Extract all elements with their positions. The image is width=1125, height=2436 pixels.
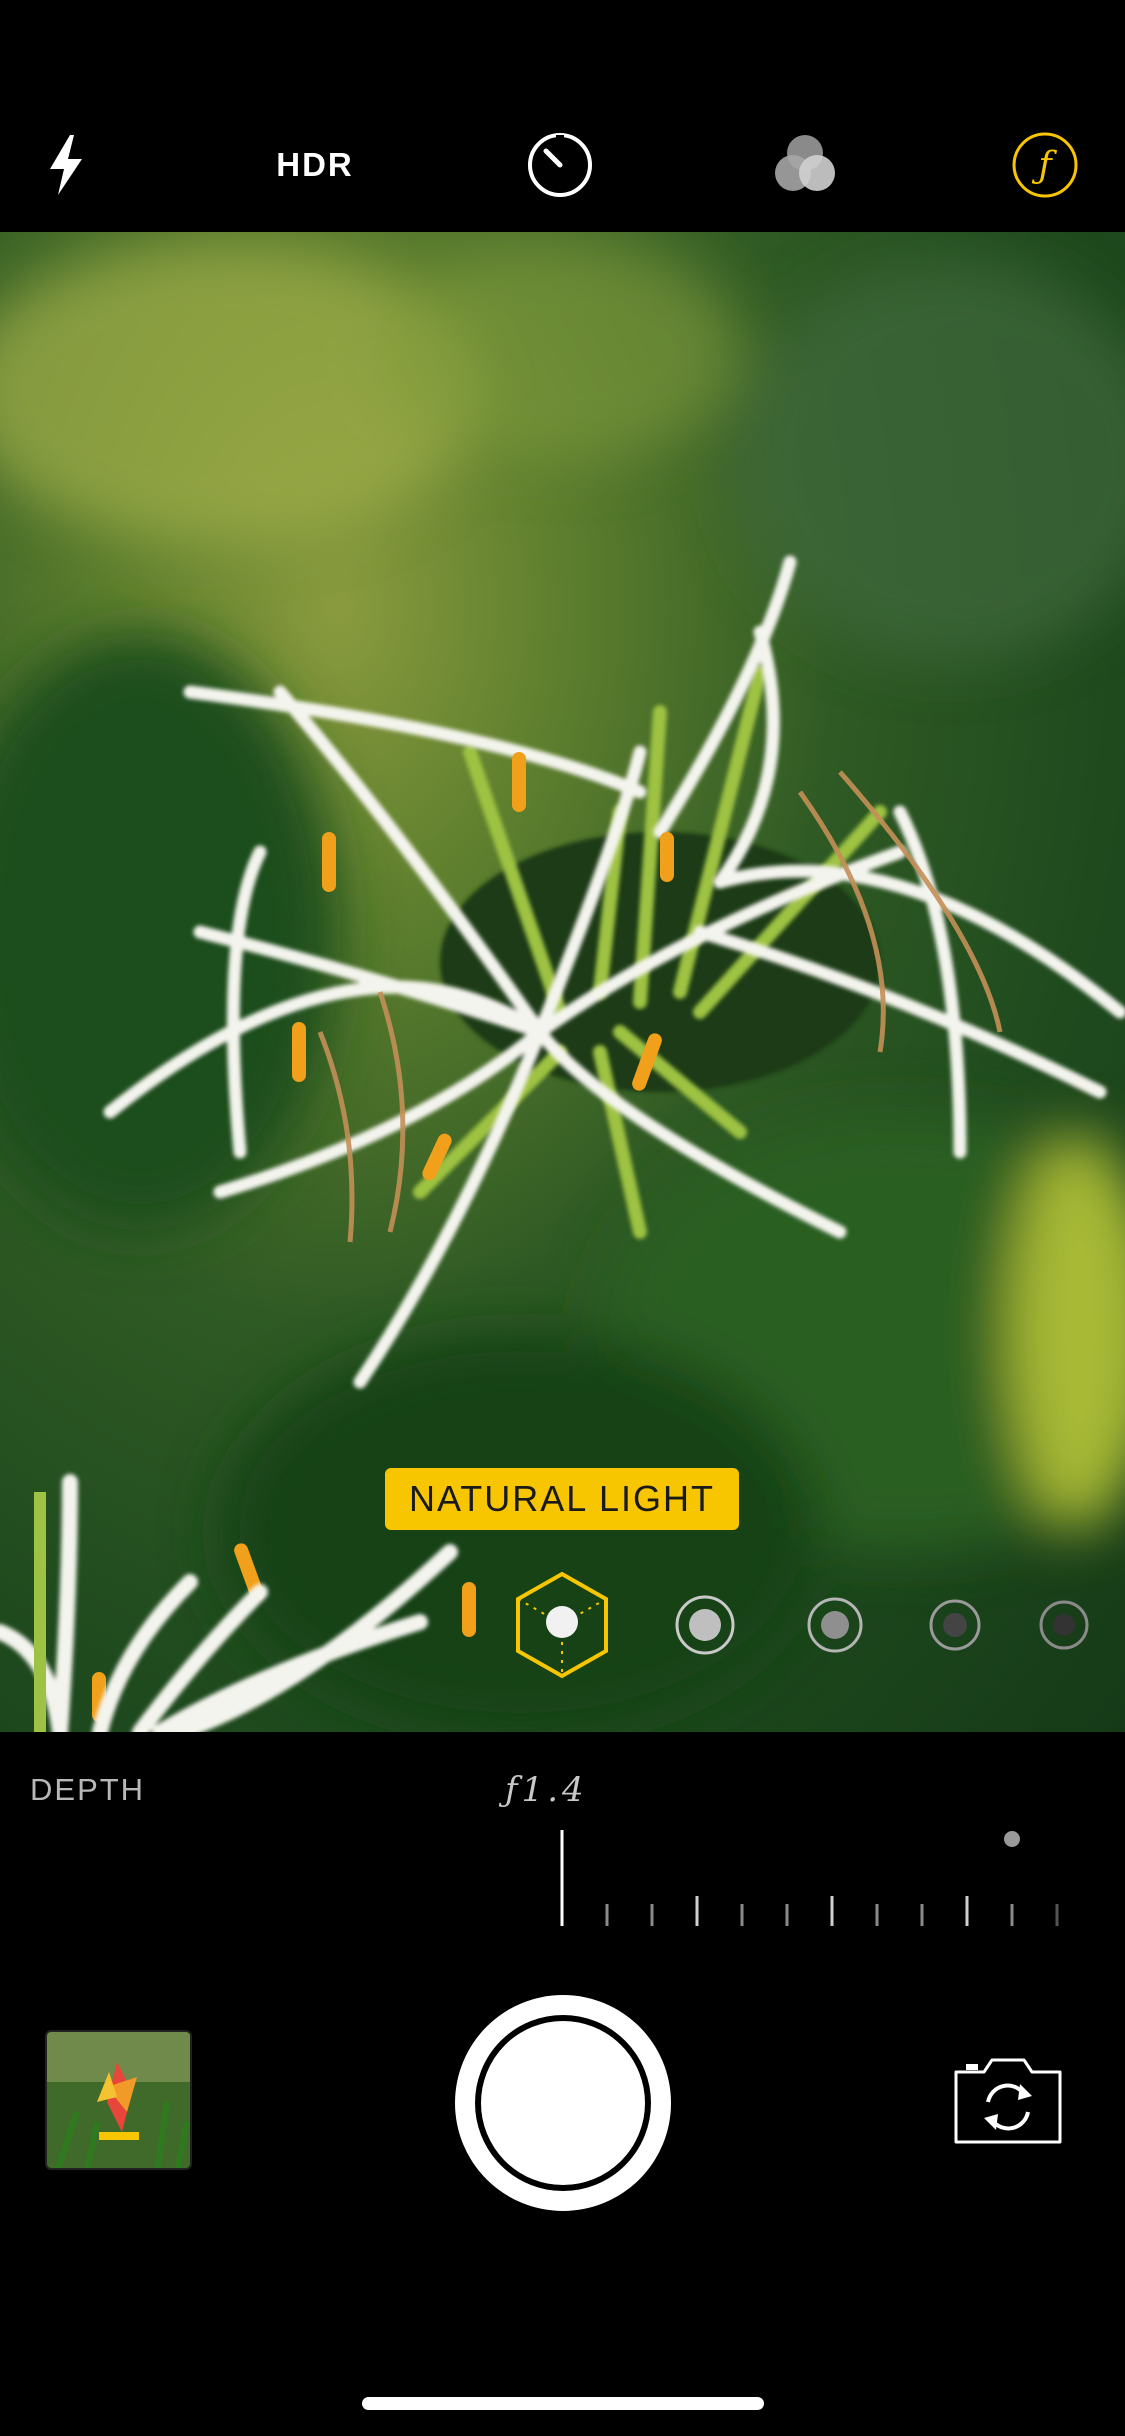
flash-icon	[50, 135, 82, 195]
lighting-option-natural[interactable]	[510, 1570, 614, 1680]
timer-icon	[528, 133, 592, 197]
depth-control-button[interactable]: ƒ	[1000, 120, 1090, 210]
aperture-glyph: ƒ	[1031, 145, 1057, 186]
filters-button[interactable]	[760, 120, 850, 210]
camera-flip-button[interactable]	[948, 2050, 1068, 2150]
thumbnail-image	[47, 2032, 190, 2168]
last-photo-thumbnail[interactable]	[45, 2030, 192, 2170]
contour-light-icon	[807, 1597, 863, 1653]
natural-light-cube-icon	[516, 1571, 608, 1679]
flash-button[interactable]	[30, 120, 102, 210]
timer-button[interactable]	[515, 120, 605, 210]
depth-slider-dot	[1004, 1831, 1020, 1847]
portrait-lighting-label: NATURAL LIGHT	[385, 1468, 739, 1530]
stage-light-mono-icon	[1039, 1600, 1089, 1650]
top-toolbar: HDR ƒ	[0, 0, 1125, 232]
home-indicator[interactable]	[362, 2397, 764, 2410]
lighting-option-studio[interactable]	[670, 1570, 740, 1680]
portrait-lighting-dial[interactable]	[0, 1570, 1125, 1680]
depth-label: DEPTH	[30, 1772, 146, 1807]
shutter-inner	[475, 2015, 651, 2191]
hdr-label: HDR	[276, 146, 354, 183]
aperture-f-icon: ƒ	[1012, 132, 1078, 198]
stage-light-icon	[929, 1599, 981, 1651]
filters-icon	[775, 135, 835, 191]
studio-light-icon	[675, 1595, 735, 1655]
shutter-button[interactable]	[455, 1995, 671, 2211]
camera-flip-icon	[954, 2058, 1062, 2144]
depth-slider-ticks	[605, 1896, 1059, 1926]
aperture-value: ƒ1.4	[505, 1770, 588, 1810]
hdr-button[interactable]: HDR	[255, 120, 375, 210]
lighting-option-stage[interactable]	[926, 1570, 984, 1680]
depth-slider[interactable]	[0, 1820, 1125, 1940]
lighting-option-stage-mono[interactable]	[1036, 1570, 1092, 1680]
lighting-option-contour[interactable]	[804, 1570, 866, 1680]
